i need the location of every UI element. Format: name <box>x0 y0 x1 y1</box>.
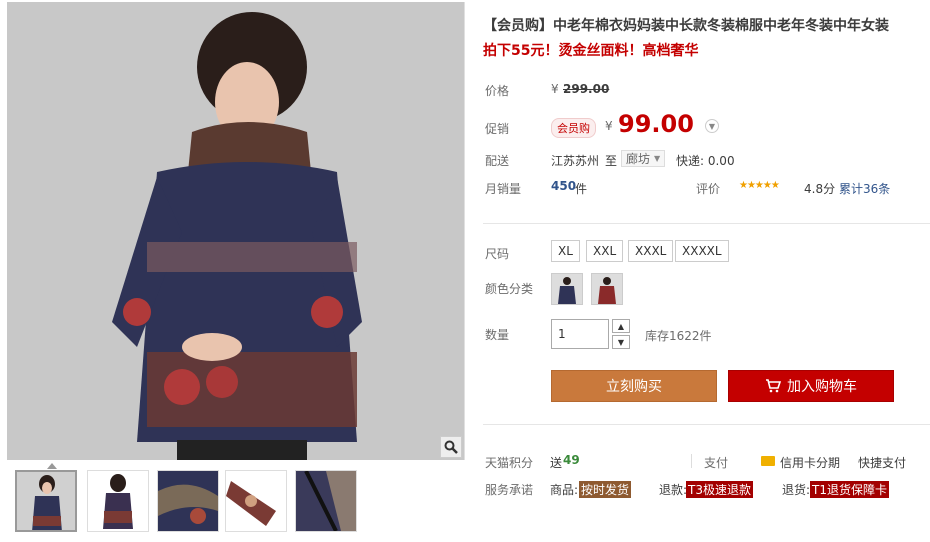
points-label: 天猫积分 <box>485 456 534 470</box>
points-text: 送 <box>550 456 563 470</box>
rating-score: 4.8分 <box>804 182 836 196</box>
zoom-button[interactable] <box>440 436 462 458</box>
service-label: 服务承诺 <box>485 483 534 497</box>
color-swatch-red[interactable] <box>591 273 623 305</box>
chevron-down-icon: ▼ <box>654 154 661 163</box>
express-fee: 快递: 0.00 <box>676 154 735 168</box>
size-label: 尺码 <box>485 247 510 261</box>
monthly-sales-label: 月销量 <box>485 182 522 196</box>
size-option-xxxl[interactable]: XXXL <box>628 240 674 262</box>
monthly-sales-unit: 件 <box>575 182 588 196</box>
color-swatch-navy[interactable] <box>551 273 583 305</box>
return-label: 退货: <box>782 483 811 497</box>
price-label: 价格 <box>485 84 510 98</box>
destination-select[interactable]: 廊坊 ▼ <box>621 150 666 167</box>
pay-label: 支付 <box>704 456 729 470</box>
review-count-link[interactable]: 累计36条 <box>839 180 890 197</box>
thumbnail-3[interactable] <box>157 470 219 532</box>
quantity-increase-button[interactable]: ▲ <box>612 319 630 333</box>
quantity-label: 数量 <box>485 328 510 342</box>
refund-label: 退款: <box>659 483 688 497</box>
size-option-xl[interactable]: XL <box>551 240 580 262</box>
product-subtitle: 拍下55元！烫金丝面料！高档奢华 <box>483 43 699 59</box>
goods-tag-text: 按时发货 <box>579 481 632 498</box>
ship-to-word: 至 <box>605 154 618 168</box>
add-to-cart-button[interactable]: 加入购物车 <box>728 370 894 402</box>
promo-price: 99.00 <box>618 110 694 138</box>
quantity-input[interactable] <box>551 319 609 349</box>
size-option-xxl[interactable]: XXL <box>586 240 624 262</box>
thumbnail-4[interactable] <box>225 470 287 532</box>
refund-tag-text: T3极速退款 <box>686 481 753 498</box>
product-title[interactable]: 【会员购】中老年棉衣妈妈装中长款冬装棉服中老年冬装中年女装 <box>483 15 889 35</box>
magnifier-icon <box>444 440 458 454</box>
promo-currency: ¥ <box>605 119 613 133</box>
product-photo <box>7 2 464 460</box>
rating-label: 评价 <box>696 182 721 196</box>
destination-value: 廊坊 <box>626 152 651 166</box>
goods-label: 商品: <box>550 483 579 497</box>
promo-expand-icon[interactable]: ▼ <box>705 119 719 133</box>
stock-count: 库存1622件 <box>645 329 712 343</box>
return-tag[interactable]: T1退货保障卡 <box>810 481 889 498</box>
goods-tag[interactable]: 按时发货 <box>579 481 632 498</box>
original-price: 299.00 <box>563 82 610 96</box>
add-to-cart-label: 加入购物车 <box>787 379 857 395</box>
footer-separator <box>691 454 692 468</box>
refund-tag[interactable]: T3极速退款 <box>686 481 753 498</box>
color-label: 颜色分类 <box>485 282 534 296</box>
section-divider <box>483 223 930 224</box>
footer-divider <box>483 424 930 425</box>
quick-pay[interactable]: 快捷支付 <box>858 454 906 471</box>
shipping-label: 配送 <box>485 154 510 168</box>
active-thumb-indicator <box>47 463 57 469</box>
rating-stars: ★★★★★ <box>739 180 780 191</box>
thumbnail-5[interactable] <box>295 470 357 532</box>
points-value: 49 <box>563 453 580 467</box>
buy-now-button[interactable]: 立刻购买 <box>551 370 717 402</box>
ship-from: 江苏苏州 <box>551 154 600 168</box>
quantity-decrease-button[interactable]: ▼ <box>612 335 630 349</box>
monthly-sales-count: 450 <box>551 179 577 193</box>
thumbnail-strip <box>7 462 465 542</box>
return-tag-text: T1退货保障卡 <box>810 481 889 498</box>
credit-card-icon <box>761 456 775 466</box>
cart-icon <box>766 379 781 393</box>
size-option-xxxxl[interactable]: XXXXL <box>675 240 729 262</box>
credit-installment[interactable]: 信用卡分期 <box>780 454 840 471</box>
main-product-image[interactable] <box>7 2 465 460</box>
promo-label: 促销 <box>485 122 510 136</box>
buy-now-label: 立刻购买 <box>606 379 662 395</box>
thumbnail-2[interactable] <box>87 470 149 532</box>
member-badge: 会员购 <box>551 118 596 138</box>
price-currency: ¥ <box>551 82 559 96</box>
thumbnail-1[interactable] <box>15 470 77 532</box>
